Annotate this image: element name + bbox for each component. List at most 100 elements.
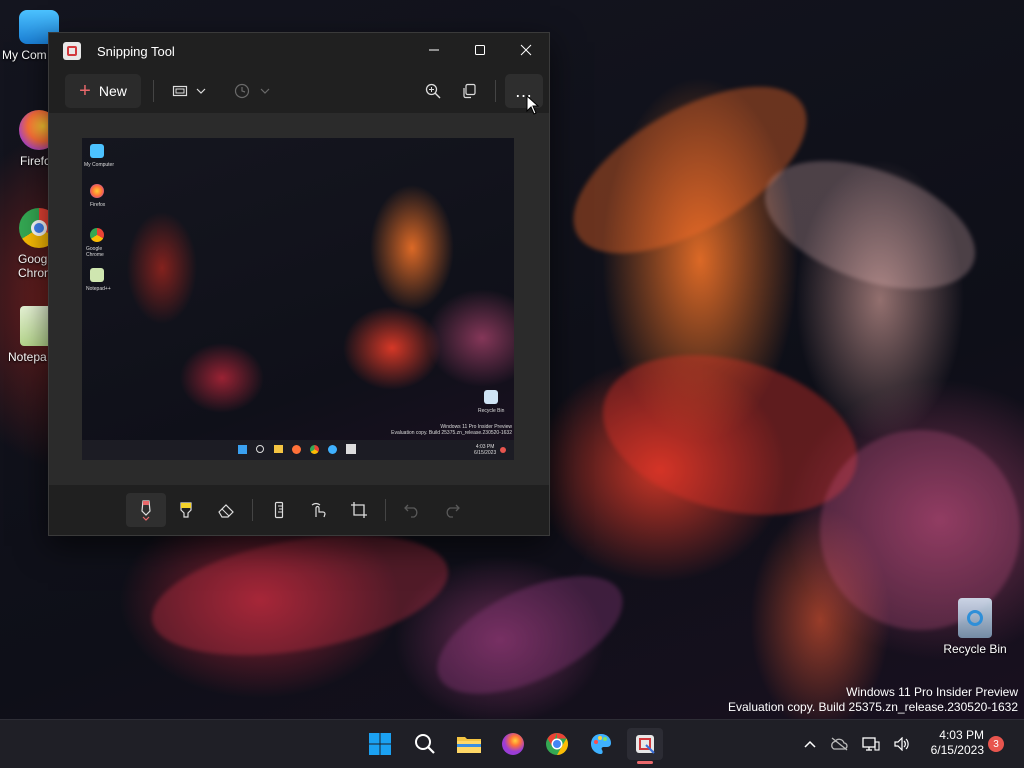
search-button[interactable] <box>409 728 441 760</box>
delay-dropdown[interactable] <box>224 75 280 107</box>
screenshot-preview[interactable]: My Computer Firefox Google Chrome Notepa… <box>82 138 514 460</box>
preview-icon-label: Notepad++ <box>86 286 111 292</box>
windows-watermark: Windows 11 Pro Insider Preview Evaluatio… <box>728 685 1018 715</box>
wallpaper-ribbon <box>420 551 640 719</box>
firefox-icon <box>502 733 524 755</box>
chevron-down-icon <box>196 88 206 94</box>
maximize-button[interactable] <box>457 33 503 67</box>
volume-icon[interactable] <box>894 737 910 751</box>
file-explorer-button[interactable] <box>453 728 485 760</box>
ruler-icon <box>274 501 284 519</box>
redo-icon <box>446 504 460 518</box>
snip-mode-dropdown[interactable] <box>166 75 212 107</box>
mouse-cursor-icon <box>526 95 540 115</box>
ballpoint-pen-button[interactable] <box>126 493 166 527</box>
preview-firefox-taskbar-icon <box>292 445 301 454</box>
chevron-down-icon <box>260 88 270 94</box>
firefox-taskbar-button[interactable] <box>497 728 529 760</box>
chrome-icon <box>546 733 568 755</box>
notification-badge[interactable]: 3 <box>988 736 1004 752</box>
crop-button[interactable] <box>339 493 379 527</box>
active-app-indicator <box>637 761 653 764</box>
paint-icon <box>591 734 611 754</box>
paint-taskbar-button[interactable] <box>585 728 617 760</box>
undo-icon <box>404 504 418 518</box>
preview-clock: 4:03 PM 6/15/2023 <box>474 444 497 456</box>
desktop-icon-label: Recycle Bin <box>943 642 1007 656</box>
highlighter-button[interactable] <box>166 493 206 527</box>
toolbar-divider <box>153 80 154 102</box>
chrome-taskbar-button[interactable] <box>541 728 573 760</box>
preview-monitor-icon <box>90 144 104 158</box>
preview-notepad-icon <box>90 268 104 282</box>
preview-notification-badge <box>500 447 506 453</box>
snipping-tool-icon <box>636 735 655 754</box>
desktop-icon-recycle-bin[interactable]: Recycle Bin <box>938 598 1012 656</box>
preview-start-icon <box>238 445 247 454</box>
eraser-icon <box>218 504 234 518</box>
snipping-tool-window: Snipping Tool + New … My Computer Firefo… <box>48 32 550 536</box>
pen-icon <box>141 500 151 521</box>
preview-search-icon <box>256 445 264 453</box>
window-title: Snipping Tool <box>97 43 175 59</box>
plus-icon: + <box>79 80 91 102</box>
clock-date: 6/15/2023 <box>930 743 984 757</box>
close-button[interactable] <box>503 33 549 67</box>
clock-icon <box>234 83 250 99</box>
preview-chrome-icon <box>90 228 104 242</box>
touch-writing-button[interactable] <box>299 493 339 527</box>
taskbar: 4:03 PM 6/15/2023 3 <box>0 719 1024 768</box>
new-snip-label: New <box>98 83 127 99</box>
preview-snipping-icon <box>346 444 356 454</box>
eraser-button[interactable] <box>206 493 246 527</box>
preview-icon-label: Google Chrome <box>86 246 104 258</box>
clock-time: 4:03 PM <box>939 728 984 742</box>
preview-watermark: Windows 11 Pro Insider Preview Evaluatio… <box>391 424 512 436</box>
taskbar-clock[interactable]: 4:03 PM 6/15/2023 <box>931 728 984 758</box>
preview-firefox-icon <box>90 184 104 198</box>
network-icon[interactable] <box>862 736 880 752</box>
preview-paint-icon <box>328 445 337 454</box>
system-tray <box>804 720 910 768</box>
maximize-icon <box>475 45 485 55</box>
copy-icon <box>463 83 476 99</box>
preview-taskbar: 4:03 PM 6/15/2023 <box>82 440 514 460</box>
folder-icon <box>457 737 481 753</box>
watermark-line-2: Evaluation copy. Build 25375.zn_release.… <box>728 700 1018 714</box>
snip-canvas[interactable]: My Computer Firefox Google Chrome Notepa… <box>49 113 549 485</box>
preview-chrome-taskbar-icon <box>310 445 319 454</box>
watermark-line-1: Windows 11 Pro Insider Preview <box>846 685 1018 699</box>
preview-icon-label: Firefox <box>90 202 106 208</box>
start-button[interactable] <box>364 728 396 760</box>
preview-recycle-bin-icon <box>484 390 498 404</box>
markup-divider <box>385 499 386 521</box>
snipping-tool-app-icon <box>63 42 81 60</box>
preview-icon-label: Recycle Bin <box>478 408 505 414</box>
undo-button[interactable] <box>392 493 432 527</box>
new-snip-button[interactable]: + New <box>65 74 141 108</box>
zoom-in-icon <box>425 83 441 99</box>
windows-start-icon <box>369 733 391 755</box>
preview-explorer-icon <box>274 445 283 453</box>
highlighter-icon <box>180 502 192 518</box>
close-icon <box>520 44 532 56</box>
ruler-button[interactable] <box>259 493 299 527</box>
preview-icon-label: My Computer <box>84 162 115 168</box>
markup-toolbar <box>49 485 549 535</box>
toolbar-divider <box>495 80 496 102</box>
redo-button[interactable] <box>432 493 472 527</box>
window-controls <box>411 33 549 67</box>
minimize-button[interactable] <box>411 33 457 67</box>
chevron-up-icon[interactable] <box>804 739 816 749</box>
zoom-button[interactable] <box>421 75 445 107</box>
search-icon <box>415 734 435 754</box>
title-bar[interactable]: Snipping Tool <box>49 33 549 69</box>
cloud-offline-icon[interactable] <box>830 737 848 751</box>
wallpaper-ribbon <box>142 514 458 676</box>
markup-divider <box>252 499 253 521</box>
touch-writing-icon <box>311 502 326 518</box>
snipping-toolbar: + New … <box>49 69 549 113</box>
snipping-tool-taskbar-button[interactable] <box>627 728 663 764</box>
copy-button[interactable] <box>457 75 481 107</box>
crop-icon <box>351 502 367 518</box>
